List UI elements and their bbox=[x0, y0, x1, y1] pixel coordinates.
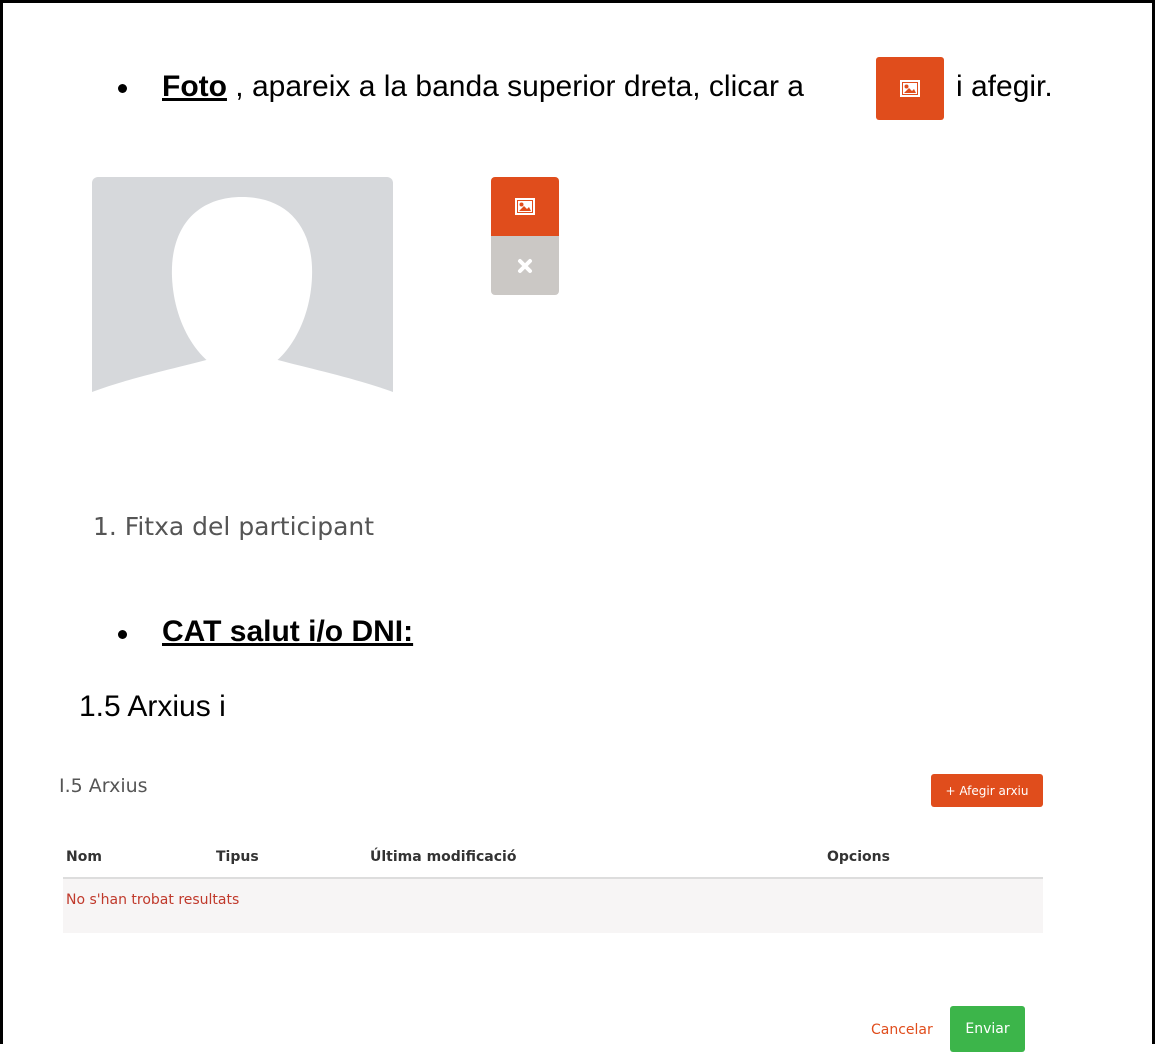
remove-photo-button[interactable] bbox=[491, 236, 559, 295]
column-header-tipus: Tipus bbox=[216, 849, 259, 865]
add-photo-button[interactable] bbox=[491, 177, 559, 236]
column-header-nom: Nom bbox=[66, 849, 102, 865]
bullet-dot bbox=[118, 84, 127, 93]
files-panel-title: I.5 Arxius bbox=[59, 775, 148, 797]
foto-instructions-end: i afegir. bbox=[956, 70, 1053, 103]
arxius-heading: 1.5 Arxius i bbox=[79, 690, 226, 723]
image-icon bbox=[515, 198, 535, 215]
foto-bullet-text: Foto , apareix a la banda superior dreta… bbox=[162, 70, 804, 104]
photo-actions bbox=[491, 177, 559, 295]
cat-salut-heading: CAT salut i/o DNI: bbox=[162, 615, 414, 648]
section-heading: 1. Fitxa del participant bbox=[93, 512, 375, 541]
avatar-placeholder bbox=[92, 177, 393, 418]
cancel-link[interactable]: Cancelar bbox=[871, 1022, 933, 1038]
image-icon bbox=[900, 80, 920, 97]
foto-instructions: , apareix a la banda superior dreta, cli… bbox=[226, 70, 804, 103]
send-button[interactable]: Enviar bbox=[950, 1006, 1025, 1052]
column-header-opcions: Opcions bbox=[827, 849, 890, 865]
bullet-dot bbox=[118, 630, 127, 639]
close-icon bbox=[518, 258, 532, 273]
person-silhouette-icon bbox=[92, 197, 393, 418]
add-file-button[interactable]: + Afegir arxiu bbox=[931, 774, 1043, 807]
column-header-last-modified: Última modificació bbox=[370, 849, 517, 865]
empty-results-message: No s'han trobat resultats bbox=[66, 892, 240, 908]
inline-add-photo-button bbox=[876, 57, 944, 120]
foto-link[interactable]: Foto bbox=[162, 70, 227, 103]
